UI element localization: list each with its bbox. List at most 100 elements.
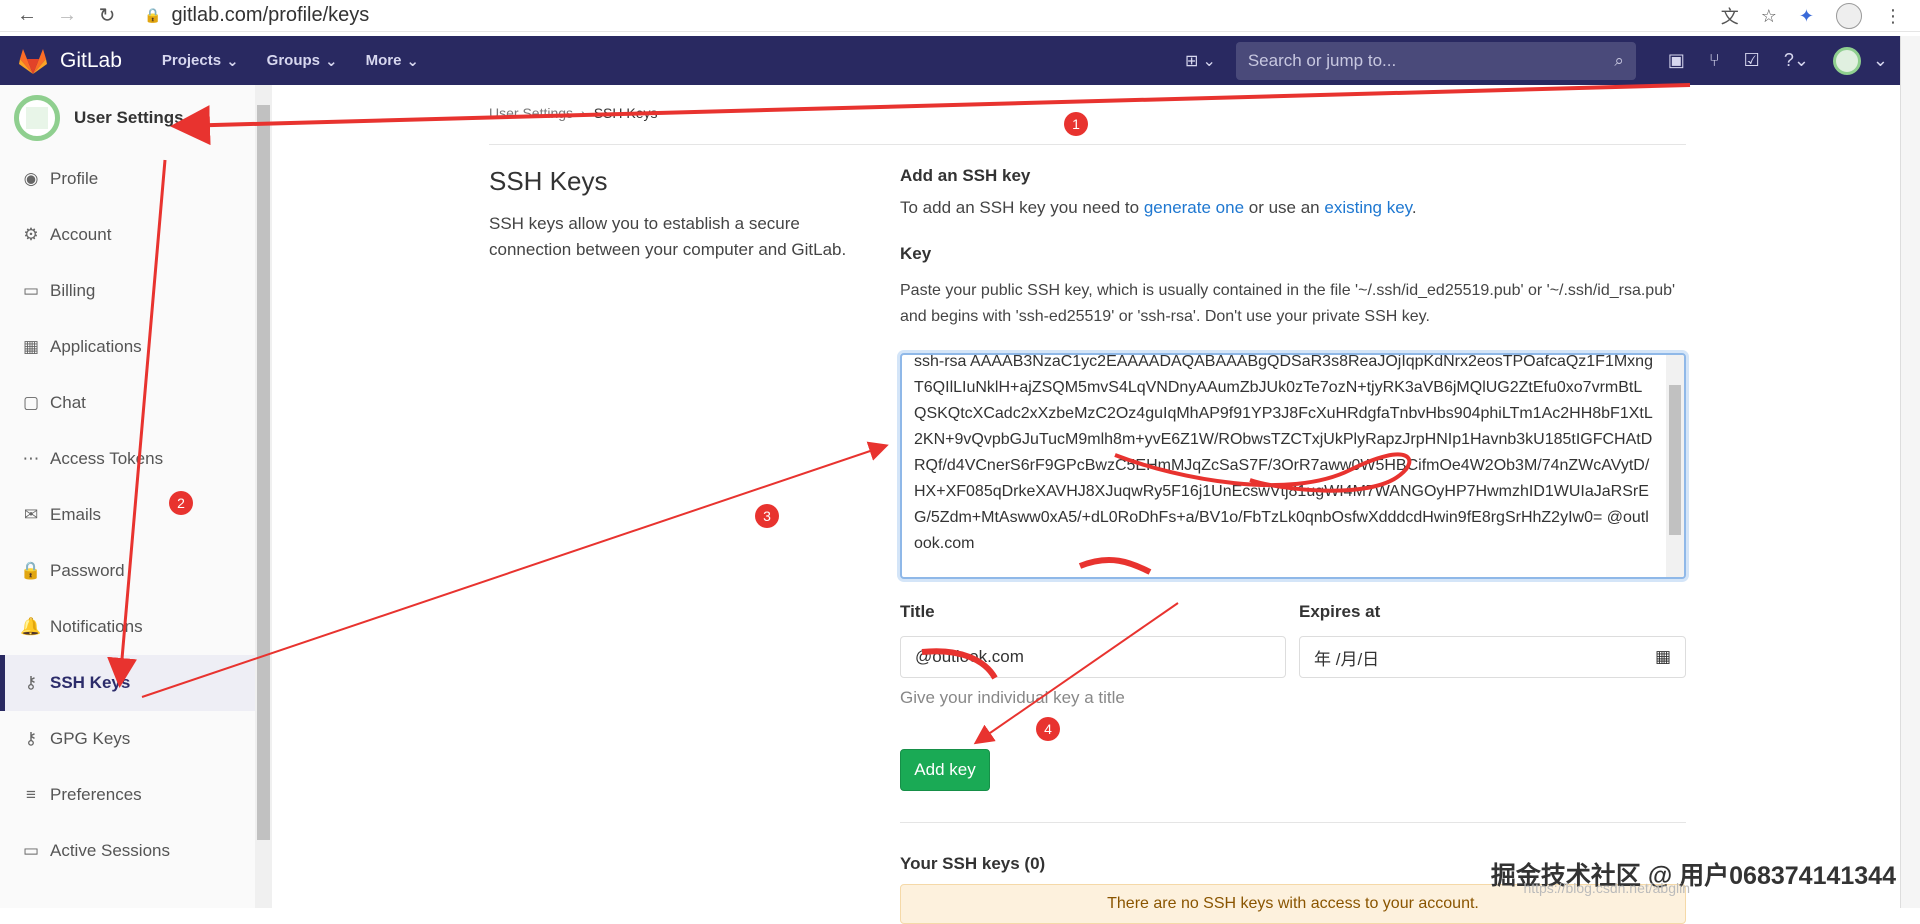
scrollbar-thumb[interactable]: [257, 105, 270, 840]
sidebar-item-emails[interactable]: ✉ Emails: [0, 487, 271, 543]
sidebar-item-account[interactable]: ⚙ Account: [0, 207, 271, 263]
plus-square-icon: ⊞: [1185, 52, 1199, 70]
back-arrow-icon[interactable]: ←: [14, 3, 40, 29]
breadcrumb: User Settings › SSH Keys: [489, 105, 658, 121]
textarea-scrollbar[interactable]: [1666, 355, 1684, 577]
nav-more[interactable]: More ⌄: [366, 52, 419, 70]
key-icon: ⚷: [24, 673, 38, 692]
breadcrumb-current[interactable]: SSH Keys: [594, 105, 658, 121]
key-icon: ⚷: [24, 729, 38, 748]
svg-text:1: 1: [1072, 116, 1080, 132]
sidebar-item-billing[interactable]: ▭ Billing: [0, 263, 271, 319]
sidebar-item-chat[interactable]: ▢ Chat: [0, 375, 271, 431]
svg-text:3: 3: [763, 508, 771, 524]
sidebar-item-notifications[interactable]: 🔔 Notifications: [0, 599, 271, 655]
sidebar-item-label: Active Sessions: [50, 841, 170, 860]
sidebar-scrollbar[interactable]: [255, 85, 272, 908]
title-label: Title: [900, 602, 935, 621]
todos-icon[interactable]: ☑: [1744, 50, 1760, 71]
extension-icon[interactable]: ✦: [1799, 6, 1814, 27]
sidebar-item-label: Emails: [50, 505, 102, 524]
add-key-form: Add an SSH key To add an SSH key you nee…: [900, 166, 1686, 330]
translate-icon[interactable]: 文: [1721, 3, 1739, 29]
section-description: SSH keys allow you to establish a secure…: [489, 214, 847, 259]
key-value[interactable]: ssh-rsa AAAAB3NzaC1yc2EAAAADAQABAAABgQDS…: [914, 355, 1654, 557]
more-menu-icon[interactable]: ⋮: [1884, 6, 1902, 27]
expires-field-group: Expires at 年 /月/日 ▦: [1299, 602, 1686, 678]
avatar: [14, 95, 60, 141]
intro-suffix: .: [1411, 198, 1417, 217]
divider: [900, 822, 1686, 823]
svg-text:4: 4: [1044, 721, 1052, 737]
add-key-button[interactable]: Add key: [900, 749, 990, 791]
search-placeholder: Search or jump to...: [1247, 50, 1397, 70]
sidebar-item-access-tokens[interactable]: ⋯ Access Tokens: [0, 431, 271, 487]
intro-prefix: To add an SSH key you need to: [900, 198, 1144, 217]
annotation-badge-1: 1: [1064, 112, 1088, 136]
gitlab-logo[interactable]: GitLab: [18, 47, 122, 75]
user-settings-header[interactable]: User Settings: [0, 85, 271, 151]
help-icon[interactable]: ?⌄: [1784, 50, 1809, 71]
sidebar-item-label: Chat: [50, 393, 86, 412]
sidebar-item-label: Notifications: [50, 617, 143, 636]
annotation-badge-4: 4: [1036, 717, 1060, 741]
profile-icon: ◉: [23, 169, 39, 188]
watermark-url: https://blog.csdn.net/abglin: [1523, 880, 1690, 896]
sidebar-item-password[interactable]: 🔒 Password: [0, 543, 271, 599]
expires-value[interactable]: 年 /月/日: [1314, 645, 1379, 670]
star-icon[interactable]: ☆: [1761, 6, 1777, 27]
title-hint: Give your individual key a title: [900, 688, 1125, 707]
divider: [489, 144, 1686, 145]
url-text[interactable]: gitlab.com/profile/keys: [171, 4, 369, 27]
lock-icon: 🔒: [144, 7, 162, 23]
sidebar-item-profile[interactable]: ◉ Profile: [0, 151, 271, 207]
sidebar-item-ssh-keys[interactable]: ⚷ SSH Keys: [0, 655, 271, 711]
settings-sidebar: User Settings ◉ Profile ⚙ Account ▭ Billing ▦ A…: [0, 85, 272, 908]
annotation-arrow: [170, 83, 1691, 146]
breadcrumb-parent[interactable]: User Settings: [489, 105, 573, 121]
page-scrollbar[interactable]: [1900, 36, 1920, 908]
forward-arrow-icon[interactable]: →: [54, 3, 80, 29]
section-info: SSH Keys SSH keys allow you to establish…: [489, 166, 869, 263]
chevron-down-icon[interactable]: ⌄: [1873, 50, 1888, 71]
nav-projects[interactable]: Projects ⌄: [162, 52, 239, 70]
intro-mid: or use an: [1244, 198, 1325, 217]
nav-more-label: More: [365, 52, 402, 69]
new-dropdown-button[interactable]: ⊞ ⌄: [1185, 51, 1216, 71]
sidebar-item-active-sessions[interactable]: ▭ Active Sessions: [0, 823, 271, 879]
sidebar-item-preferences[interactable]: ≡ Preferences: [0, 767, 271, 823]
key-help-text: Paste your public SSH key, which is usua…: [900, 282, 1676, 325]
access-tokens-icon: ⋯: [22, 449, 40, 468]
profile-avatar[interactable]: [1836, 3, 1862, 29]
breadcrumb-separator: ›: [581, 105, 586, 121]
annotation-badge-3: 3: [755, 504, 779, 528]
applications-icon: ▦: [22, 337, 40, 356]
user-avatar[interactable]: [1832, 46, 1861, 75]
chevron-down-icon: ⌄: [325, 52, 338, 70]
expires-date-field[interactable]: 年 /月/日 ▦: [1299, 636, 1686, 678]
reload-icon[interactable]: ↻: [94, 3, 120, 29]
bell-icon: 🔔: [20, 617, 42, 636]
issues-icon[interactable]: ▣: [1668, 50, 1685, 71]
search-icon: ⌕: [1614, 50, 1624, 70]
monitor-icon: ▭: [22, 841, 40, 860]
gitlab-fox-icon: [19, 48, 47, 74]
nav-groups[interactable]: Groups ⌄: [267, 52, 338, 70]
key-label: Key: [900, 244, 932, 263]
title-field[interactable]: @outlook.com: [900, 636, 1286, 678]
nav-projects-label: Projects: [161, 52, 222, 69]
generate-one-link[interactable]: generate one: [1144, 198, 1244, 217]
title-value[interactable]: @outlook.com: [915, 647, 1024, 667]
existing-key-link[interactable]: existing key: [1324, 198, 1412, 217]
sidebar-item-label: Applications: [50, 337, 142, 356]
merge-requests-icon[interactable]: ⑂: [1709, 50, 1720, 71]
address-bar[interactable]: 🔒 gitlab.com/profile/keys: [144, 2, 369, 30]
sidebar-item-gpg-keys[interactable]: ⚷ GPG Keys: [0, 711, 271, 767]
sidebar-item-applications[interactable]: ▦ Applications: [0, 319, 271, 375]
scrollbar-thumb[interactable]: [1669, 385, 1681, 535]
sliders-icon: ≡: [26, 785, 36, 804]
chevron-down-icon: ⌄: [226, 52, 239, 70]
calendar-icon[interactable]: ▦: [1655, 647, 1671, 667]
search-input[interactable]: Search or jump to... ⌕: [1235, 41, 1636, 80]
key-textarea[interactable]: ssh-rsa AAAAB3NzaC1yc2EAAAADAQABAAABgQDS…: [900, 353, 1686, 579]
